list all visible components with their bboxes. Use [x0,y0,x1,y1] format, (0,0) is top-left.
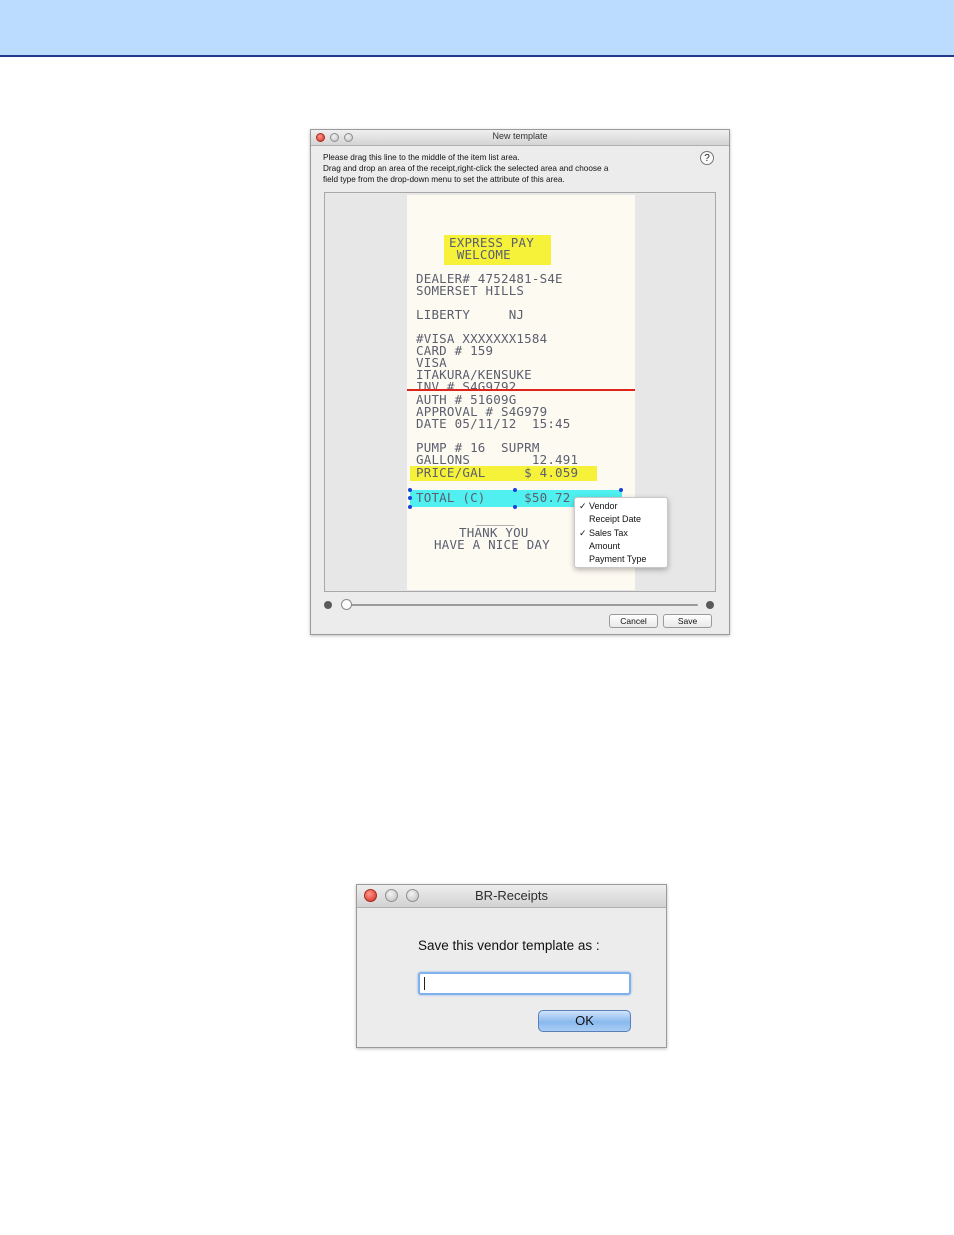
field-type-context-menu: ✓ Vendor Receipt Date ✓ Sales Tax Amount… [574,497,668,568]
instruction-line: Drag and drop an area of the receipt,rig… [323,164,609,173]
menu-item-vendor[interactable]: ✓ Vendor [575,500,667,513]
save-button[interactable]: Save [663,614,712,628]
ok-button[interactable]: OK [538,1010,631,1032]
menu-item-receipt-date[interactable]: Receipt Date [575,513,667,526]
instruction-line: field type from the drop-down menu to se… [323,175,565,184]
selection-handle[interactable] [408,496,412,500]
menu-item-amount[interactable]: Amount [575,540,667,553]
zoom-slider-track[interactable] [341,604,698,606]
dialog-titlebar[interactable]: BR-Receipts [357,885,666,908]
zoom-out-icon[interactable] [324,601,332,609]
new-template-window: New template Please drag this line to th… [310,129,730,635]
instruction-line: Please drag this line to the middle of t… [323,153,520,162]
save-template-dialog: BR-Receipts Save this vendor template as… [356,884,667,1048]
selection-handle[interactable] [408,505,412,509]
selection-handle[interactable] [408,488,412,492]
menu-item-sales-tax[interactable]: ✓ Sales Tax [575,527,667,540]
menu-item-label: Vendor [589,501,618,511]
receipt-line: DATE 05/11/12 15:45 [416,416,571,431]
help-button[interactable]: ? [700,151,714,165]
receipt-line: HAVE A NICE DAY [434,537,550,552]
template-name-input[interactable] [418,972,631,995]
selection-handle[interactable] [513,488,517,492]
receipt-line: PRICE/GAL $ 4.059 [416,465,579,480]
selection-handle[interactable] [619,488,623,492]
receipt-line: SOMERSET HILLS [416,283,525,298]
instructions-text: Please drag this line to the middle of t… [323,152,693,185]
item-list-divider-line[interactable] [407,389,635,391]
menu-item-payment-type[interactable]: Payment Type [575,553,667,566]
menu-item-label: Amount [589,540,621,551]
menu-item-label: Receipt Date [589,514,642,525]
receipt-preview-area[interactable]: EXPRESS PAY WELCOME DEALER# 4752481-S4E … [324,192,716,592]
text-caret [424,977,425,990]
page-header-banner [0,0,954,57]
window-title: New template [492,131,548,141]
checkmark-icon: ✓ [579,527,587,538]
dialog-title: BR-Receipts [475,888,548,903]
menu-item-label: Payment Type [589,554,647,565]
save-prompt-label: Save this vendor template as : [418,938,600,953]
window-titlebar[interactable]: New template [311,130,729,146]
zoom-in-icon[interactable] [706,601,714,609]
zoom-slider-knob[interactable] [341,599,352,610]
menu-item-label: Sales Tax [589,527,628,538]
receipt-line: WELCOME [449,247,511,262]
checkmark-icon: ✓ [579,501,587,511]
receipt-line: TOTAL (C) $50.72 [416,490,571,505]
cancel-button[interactable]: Cancel [609,614,658,628]
receipt-line: _____ [476,511,515,526]
selection-handle[interactable] [513,505,517,509]
receipt-line: LIBERTY NJ [416,307,525,322]
